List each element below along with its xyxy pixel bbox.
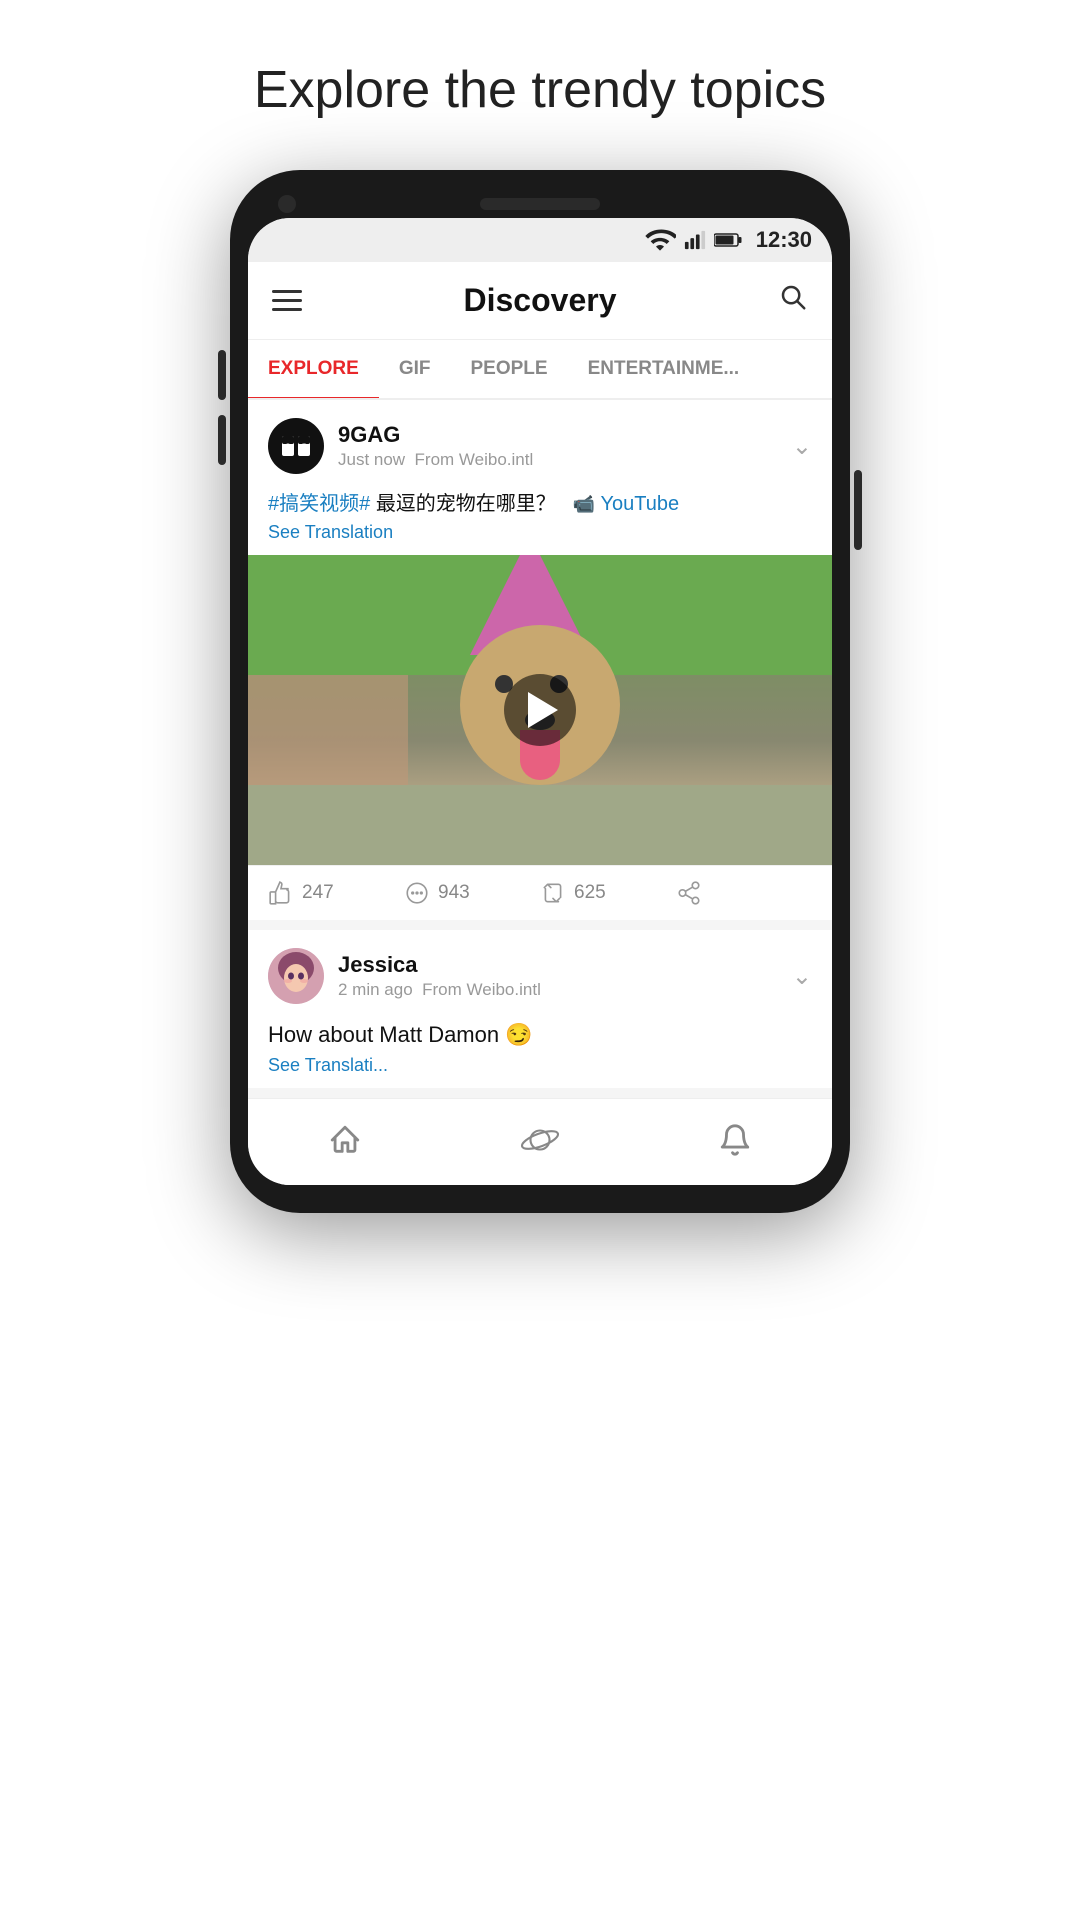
comment-button-9gag[interactable]: 943 <box>404 880 540 906</box>
phone-notch <box>248 198 832 210</box>
video-thumbnail-9gag[interactable] <box>248 555 832 865</box>
nav-home-button[interactable] <box>304 1115 386 1165</box>
post-card-jessica: Jessica 2 min ago From Weibo.intl ⌄ How … <box>248 930 832 1088</box>
power-button[interactable] <box>854 470 862 550</box>
see-translation-jessica[interactable]: See Translati... <box>268 1055 812 1076</box>
comment-count-9gag: 943 <box>438 882 470 904</box>
svg-text:G: G <box>300 442 309 454</box>
tab-entertainment[interactable]: ENTERTAINME... <box>568 340 760 398</box>
post-username-jessica: Jessica <box>338 952 541 978</box>
wifi-icon <box>644 224 676 256</box>
post-text-jessica: How about Matt Damon 😏 <box>268 1020 812 1051</box>
post-time-9gag: Just now From Weibo.intl <box>338 450 533 470</box>
status-bar: 12:30 <box>248 218 832 262</box>
post-username-9gag: 9GAG <box>338 422 533 448</box>
battery-icon <box>714 233 742 247</box>
post-text-9gag: #搞笑视频# 最逗的宠物在哪里？ 📹 YouTube <box>268 490 812 518</box>
post-emoji-jessica: 😏 <box>505 1022 532 1047</box>
phone-screen: 12:30 Discovery EXPLORE <box>248 218 832 1185</box>
post-menu-9gag[interactable]: ⌄ <box>792 432 812 461</box>
post-actions-9gag: 247 943 <box>248 865 832 920</box>
like-count-9gag: 247 <box>302 882 334 904</box>
like-button-9gag[interactable]: 247 <box>268 880 404 906</box>
phone-frame: 12:30 Discovery EXPLORE <box>230 170 850 1213</box>
share-count-9gag: 625 <box>574 882 606 904</box>
share-button-9gag[interactable] <box>676 880 812 906</box>
volume-up-button[interactable] <box>218 350 226 400</box>
play-button[interactable] <box>504 674 576 746</box>
app-title: Discovery <box>464 282 617 319</box>
app-header: Discovery <box>248 262 832 340</box>
status-icons: 12:30 <box>644 224 812 256</box>
feed: 9 G 9GAG Just now From Weibo.intl ⌄ <box>248 400 832 1088</box>
hamburger-menu-button[interactable] <box>272 290 302 311</box>
avatar-9gag: 9 G <box>268 418 324 474</box>
post-menu-jessica[interactable]: ⌄ <box>792 962 812 991</box>
page-heading: Explore the trendy topics <box>254 60 826 120</box>
tab-people[interactable]: PEOPLE <box>450 340 567 398</box>
post-header-9gag: 9 G 9GAG Just now From Weibo.intl ⌄ <box>248 400 832 484</box>
tabs-bar: EXPLORE GIF PEOPLE ENTERTAINME... <box>248 340 832 400</box>
tab-gif[interactable]: GIF <box>379 340 451 398</box>
post-card-9gag: 9 G 9GAG Just now From Weibo.intl ⌄ <box>248 400 832 920</box>
post-content-jessica: How about Matt Damon 😏 See Translati... <box>248 1014 832 1088</box>
post-header-jessica: Jessica 2 min ago From Weibo.intl ⌄ <box>248 930 832 1014</box>
nav-discover-button[interactable] <box>497 1113 583 1167</box>
bottom-nav <box>248 1098 832 1185</box>
post-content-9gag: #搞笑视频# 最逗的宠物在哪里？ 📹 YouTube See Translati… <box>248 484 832 555</box>
speaker <box>480 198 600 210</box>
signal-icon <box>684 229 706 251</box>
nav-notifications-button[interactable] <box>694 1115 776 1165</box>
tab-explore[interactable]: EXPLORE <box>248 340 379 398</box>
avatar-jessica <box>268 948 324 1004</box>
volume-down-button[interactable] <box>218 415 226 465</box>
play-icon <box>528 692 558 728</box>
youtube-link[interactable]: YouTube <box>600 493 679 515</box>
post-time-jessica: 2 min ago From Weibo.intl <box>338 980 541 1000</box>
front-camera <box>278 195 296 213</box>
repost-button-9gag[interactable]: 625 <box>540 880 676 906</box>
hashtag-link[interactable]: #搞笑视频# <box>268 493 370 515</box>
see-translation-9gag[interactable]: See Translation <box>268 522 812 543</box>
search-button[interactable] <box>778 282 808 319</box>
status-time: 12:30 <box>756 227 812 253</box>
svg-text:9: 9 <box>285 442 291 454</box>
